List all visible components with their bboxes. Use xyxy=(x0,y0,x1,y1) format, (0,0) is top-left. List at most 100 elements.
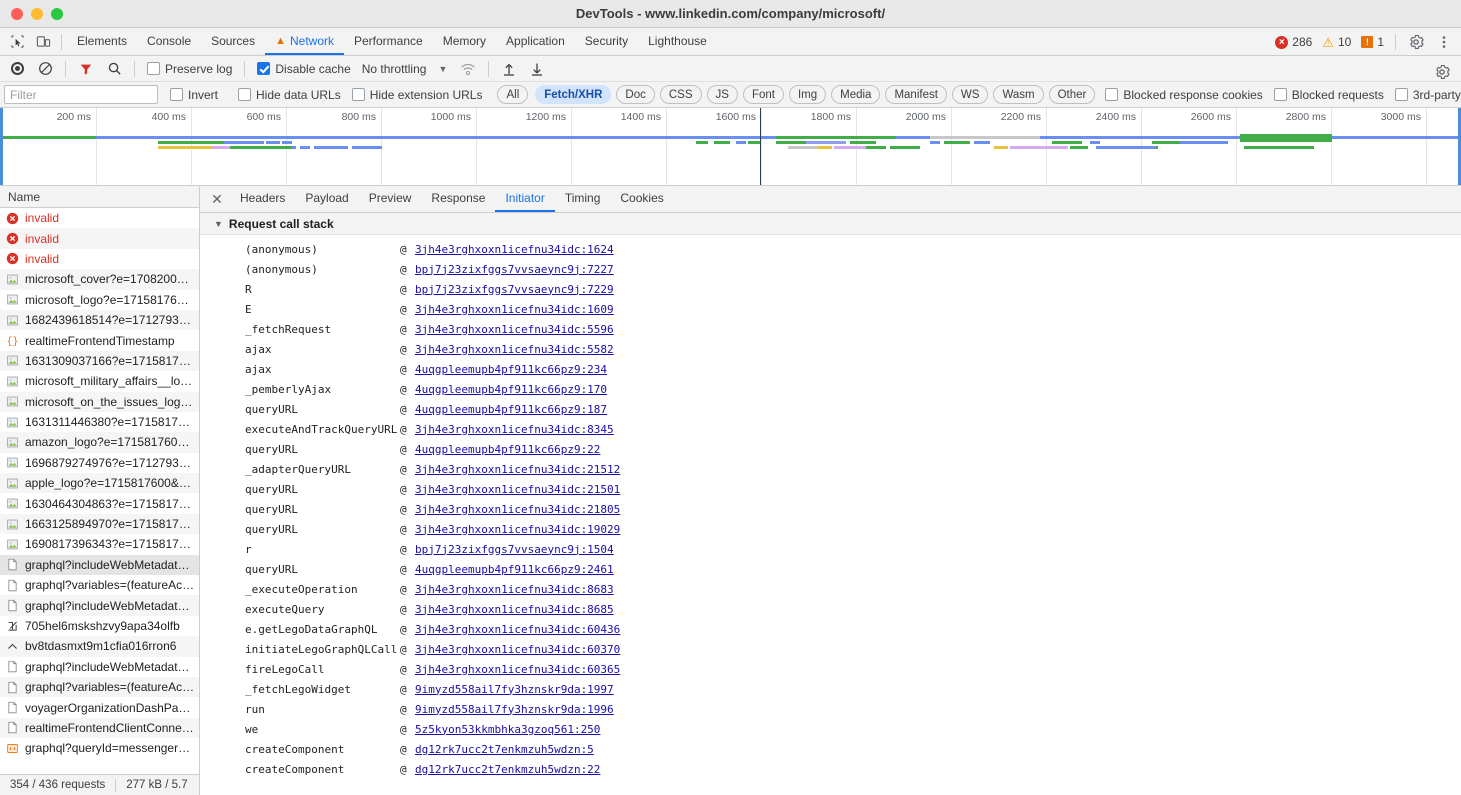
export-har-icon[interactable] xyxy=(524,57,550,81)
frame-source-link[interactable]: 9imyzd558ail7fy3hznskr9da:1997 xyxy=(415,683,614,696)
frame-source-link[interactable]: 4uqgpleemupb4pf911kc66pz9:2461 xyxy=(415,563,614,576)
call-stack-frame[interactable]: initiateLegoGraphQLCall@3jh4e3rghxoxn1ic… xyxy=(200,639,1461,659)
request-row[interactable]: 1631309037166?e=1715817… xyxy=(0,351,199,371)
hide-data-urls-checkbox[interactable]: Hide data URLs xyxy=(233,88,346,102)
maximize-window-button[interactable] xyxy=(51,8,63,20)
type-filter-css[interactable]: CSS xyxy=(660,85,702,104)
request-list-header[interactable]: Name xyxy=(0,186,199,208)
record-button[interactable] xyxy=(4,57,30,81)
more-options-icon[interactable] xyxy=(1431,30,1457,54)
call-stack-frame[interactable]: _fetchRequest@3jh4e3rghxoxn1icefnu34idc:… xyxy=(200,319,1461,339)
error-count-button[interactable]: × 286 xyxy=(1271,35,1316,49)
hide-extension-urls-checkbox[interactable]: Hide extension URLs xyxy=(347,88,488,102)
detail-tab-headers[interactable]: Headers xyxy=(230,186,295,212)
call-stack-frame[interactable]: queryURL@3jh4e3rghxoxn1icefnu34idc:21501 xyxy=(200,479,1461,499)
call-stack-frame[interactable]: createComponent@dg12rk7ucc2t7enkmzuh5wdz… xyxy=(200,759,1461,779)
close-window-button[interactable] xyxy=(11,8,23,20)
search-icon[interactable] xyxy=(101,57,127,81)
panel-tab-console[interactable]: Console xyxy=(137,28,201,55)
call-stack-frame[interactable]: e.getLegoDataGraphQL@3jh4e3rghxoxn1icefn… xyxy=(200,619,1461,639)
frame-source-link[interactable]: 3jh4e3rghxoxn1icefnu34idc:21805 xyxy=(415,503,620,516)
frame-source-link[interactable]: 3jh4e3rghxoxn1icefnu34idc:60365 xyxy=(415,663,620,676)
frame-source-link[interactable]: 4uqgpleemupb4pf911kc66pz9:170 xyxy=(415,383,607,396)
type-filter-font[interactable]: Font xyxy=(743,85,784,104)
panel-tab-performance[interactable]: Performance xyxy=(344,28,433,55)
panel-tab-application[interactable]: Application xyxy=(496,28,575,55)
detail-tab-payload[interactable]: Payload xyxy=(295,186,358,212)
type-filter-wasm[interactable]: Wasm xyxy=(993,85,1043,104)
info-count-button[interactable]: ! 1 xyxy=(1357,35,1388,49)
request-list-scroll[interactable]: invalidinvalidinvalidmicrosoft_cover?e=1… xyxy=(0,208,199,774)
panel-tab-network[interactable]: ▲ Network xyxy=(265,28,344,55)
call-stack-frame[interactable]: ajax@4uqgpleemupb4pf911kc66pz9:234 xyxy=(200,359,1461,379)
request-row[interactable]: bv8tdasmxt9m1cfia016rron6 xyxy=(0,636,199,656)
request-row[interactable]: microsoft_on_the_issues_log… xyxy=(0,392,199,412)
frame-source-link[interactable]: 3jh4e3rghxoxn1icefnu34idc:19029 xyxy=(415,523,620,536)
filter-icon[interactable] xyxy=(73,57,99,81)
frame-source-link[interactable]: dg12rk7ucc2t7enkmzuh5wdzn:22 xyxy=(415,763,600,776)
frame-source-link[interactable]: dg12rk7ucc2t7enkmzuh5wdzn:5 xyxy=(415,743,594,756)
frame-source-link[interactable]: 3jh4e3rghxoxn1icefnu34idc:8685 xyxy=(415,603,614,616)
request-row[interactable]: graphql?includeWebMetadat… xyxy=(0,595,199,615)
timeline-left-handle[interactable] xyxy=(0,108,3,185)
frame-source-link[interactable]: 4uqgpleemupb4pf911kc66pz9:234 xyxy=(415,363,607,376)
request-row[interactable]: 1663125894970?e=1715817… xyxy=(0,514,199,534)
call-stack-frame[interactable]: queryURL@4uqgpleemupb4pf911kc66pz9:2461 xyxy=(200,559,1461,579)
request-row[interactable]: apple_logo?e=1715817600&v… xyxy=(0,473,199,493)
request-row[interactable]: invalid xyxy=(0,228,199,248)
inspect-element-icon[interactable] xyxy=(4,30,30,54)
frame-source-link[interactable]: 3jh4e3rghxoxn1icefnu34idc:60370 xyxy=(415,643,620,656)
call-stack-frame[interactable]: E@3jh4e3rghxoxn1icefnu34idc:1609 xyxy=(200,299,1461,319)
type-filter-other[interactable]: Other xyxy=(1049,85,1096,104)
request-call-stack-section[interactable]: ▼ Request call stack xyxy=(200,213,1461,235)
warning-count-button[interactable]: ⚠ 10 xyxy=(1318,35,1355,49)
close-icon[interactable]: ✕ xyxy=(204,187,230,211)
import-har-icon[interactable] xyxy=(496,57,522,81)
call-stack-frame[interactable]: queryURL@3jh4e3rghxoxn1icefnu34idc:19029 xyxy=(200,519,1461,539)
request-row[interactable]: graphql?variables=(featureAc… xyxy=(0,575,199,595)
frame-source-link[interactable]: 3jh4e3rghxoxn1icefnu34idc:8345 xyxy=(415,423,614,436)
request-row[interactable]: microsoft_military_affairs__lo… xyxy=(0,371,199,391)
frame-source-link[interactable]: 3jh4e3rghxoxn1icefnu34idc:8683 xyxy=(415,583,614,596)
type-filter-js[interactable]: JS xyxy=(707,85,738,104)
call-stack-frame[interactable]: queryURL@3jh4e3rghxoxn1icefnu34idc:21805 xyxy=(200,499,1461,519)
request-row[interactable]: 1682439618514?e=1712793… xyxy=(0,310,199,330)
request-row[interactable]: realtimeFrontendClientConne… xyxy=(0,718,199,738)
request-row[interactable]: invalid xyxy=(0,249,199,269)
type-filter-media[interactable]: Media xyxy=(831,85,880,104)
call-stack-frame[interactable]: fireLegoCall@3jh4e3rghxoxn1icefnu34idc:6… xyxy=(200,659,1461,679)
request-row[interactable]: voyagerOrganizationDashPag… xyxy=(0,697,199,717)
chevron-down-icon[interactable]: ▼ xyxy=(432,64,453,74)
call-stack-frame[interactable]: queryURL@4uqgpleemupb4pf911kc66pz9:187 xyxy=(200,399,1461,419)
detail-tab-preview[interactable]: Preview xyxy=(359,186,422,212)
detail-tab-timing[interactable]: Timing xyxy=(555,186,611,212)
call-stack-frame[interactable]: _pemberlyAjax@4uqgpleemupb4pf911kc66pz9:… xyxy=(200,379,1461,399)
call-stack-frame[interactable]: _executeOperation@3jh4e3rghxoxn1icefnu34… xyxy=(200,579,1461,599)
frame-source-link[interactable]: 3jh4e3rghxoxn1icefnu34idc:1609 xyxy=(415,303,614,316)
clear-button[interactable] xyxy=(32,57,58,81)
request-row[interactable]: microsoft_cover?e=17082000… xyxy=(0,269,199,289)
blocked-requests-checkbox[interactable]: Blocked requests xyxy=(1269,88,1389,102)
filter-input[interactable] xyxy=(4,85,158,104)
call-stack-frame[interactable]: (anonymous)@bpj7j23zixfggs7vvsaeync9j:72… xyxy=(200,259,1461,279)
frame-source-link[interactable]: 5z5kyon53kkmbhka3gzoq561:250 xyxy=(415,723,600,736)
window-controls[interactable] xyxy=(0,8,63,20)
request-row[interactable]: {}realtimeFrontendTimestamp xyxy=(0,330,199,350)
blocked-response-cookies-checkbox[interactable]: Blocked response cookies xyxy=(1100,88,1267,102)
call-stack-frame[interactable]: (anonymous)@3jh4e3rghxoxn1icefnu34idc:16… xyxy=(200,239,1461,259)
invert-checkbox[interactable]: Invert xyxy=(165,88,223,102)
request-row[interactable]: 1631311446380?e=1715817… xyxy=(0,412,199,432)
detail-tab-cookies[interactable]: Cookies xyxy=(610,186,673,212)
network-settings-gear-icon[interactable] xyxy=(1429,60,1455,84)
frame-source-link[interactable]: 3jh4e3rghxoxn1icefnu34idc:5582 xyxy=(415,343,614,356)
frame-source-link[interactable]: 4uqgpleemupb4pf911kc66pz9:22 xyxy=(415,443,600,456)
call-stack-frame[interactable]: _adapterQueryURL@3jh4e3rghxoxn1icefnu34i… xyxy=(200,459,1461,479)
call-stack-frame[interactable]: ajax@3jh4e3rghxoxn1icefnu34idc:5582 xyxy=(200,339,1461,359)
type-filter-fetch-xhr[interactable]: Fetch/XHR xyxy=(535,85,611,104)
request-row[interactable]: amazon_logo?e=1715817600… xyxy=(0,432,199,452)
network-overview-timeline[interactable]: 200 ms400 ms600 ms800 ms1000 ms1200 ms14… xyxy=(0,108,1461,186)
call-stack-frame[interactable]: _fetchLegoWidget@9imyzd558ail7fy3hznskr9… xyxy=(200,679,1461,699)
panel-tab-memory[interactable]: Memory xyxy=(433,28,496,55)
type-filter-manifest[interactable]: Manifest xyxy=(885,85,946,104)
frame-source-link[interactable]: bpj7j23zixfggs7vvsaeync9j:7227 xyxy=(415,263,614,276)
